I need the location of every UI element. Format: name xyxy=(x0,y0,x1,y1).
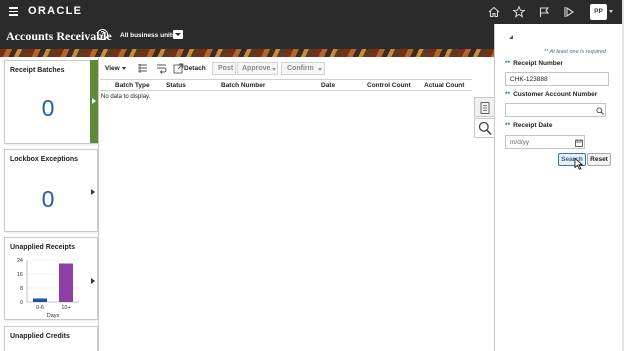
document-icon xyxy=(480,102,490,114)
search-icon xyxy=(478,121,492,136)
table-header: Batch Type Status Batch Number Date Cont… xyxy=(100,79,472,91)
tile-unapplied-credits[interactable]: Unapplied Credits xyxy=(4,326,98,351)
required-marker: ** xyxy=(505,60,511,67)
tile-unapplied-receipts[interactable]: Unapplied Receipts 24 16 8 0 0-6 10+ Days xyxy=(4,237,98,320)
oracle-logo[interactable]: ORACLE xyxy=(28,5,82,17)
tile-title: Lockbox Exceptions xyxy=(10,156,79,163)
global-header: ORACLE PP xyxy=(0,0,624,24)
page-header: Accounts Receivable ? All business units xyxy=(0,24,494,49)
bar-0-6 xyxy=(33,298,47,302)
customer-account-label-text: Customer Account Number xyxy=(513,91,598,98)
tile-receipt-batches[interactable]: Receipt Batches 0 xyxy=(4,60,98,144)
menu-icon[interactable] xyxy=(9,7,18,16)
x-tick-label: 0-6 xyxy=(36,305,44,311)
help-icon[interactable]: ? xyxy=(97,29,108,40)
detach-icon[interactable] xyxy=(173,63,184,74)
star-icon[interactable] xyxy=(512,5,526,19)
approve-button[interactable]: Approve xyxy=(237,62,278,75)
tile-lockbox-exceptions[interactable]: Lockbox Exceptions 0 xyxy=(4,149,98,232)
view-menu[interactable]: View xyxy=(105,65,126,72)
freeze-icon[interactable] xyxy=(137,63,148,74)
receipt-batches-panel xyxy=(98,58,494,351)
chevron-down-icon xyxy=(121,66,126,70)
tile-title: Receipt Batches xyxy=(10,67,65,74)
empty-table-message: No data to display. xyxy=(101,94,151,100)
y-tick-label: 8 xyxy=(20,286,23,292)
grid-toolbar: View Detach Post Approve Confirm xyxy=(100,62,472,76)
customer-account-label: ** Customer Account Number xyxy=(505,91,597,98)
tile-title: Unapplied Credits xyxy=(10,333,70,340)
mouse-pointer-icon xyxy=(574,158,584,170)
confirm-label: Confirm xyxy=(287,65,314,72)
tile-count: 0 xyxy=(41,95,55,121)
column-header-status[interactable]: Status xyxy=(166,82,186,89)
receipt-number-label: ** Receipt Number xyxy=(505,60,563,67)
column-header-date[interactable]: Date xyxy=(321,82,335,89)
y-tick-label: 0 xyxy=(20,300,23,306)
column-header-actual-count[interactable]: Actual Count xyxy=(424,82,464,89)
required-note: ** At least one is required xyxy=(544,49,606,55)
customer-account-input[interactable] xyxy=(505,103,606,117)
y-tick-label: 16 xyxy=(17,272,23,278)
chevron-down-icon[interactable] xyxy=(272,68,276,71)
tile-title: Unapplied Receipts xyxy=(10,244,75,251)
chevron-right-icon[interactable] xyxy=(91,189,95,195)
approve-label: Approve xyxy=(242,65,271,72)
chevron-right-icon xyxy=(92,98,96,104)
home-icon[interactable] xyxy=(487,5,501,19)
post-label: Post xyxy=(218,65,234,72)
x-axis-label: Days xyxy=(47,313,60,318)
receipt-number-input[interactable]: CHK-123888 xyxy=(505,72,609,86)
chevron-down-icon[interactable] xyxy=(318,68,322,71)
business-unit-dropdown[interactable] xyxy=(173,30,183,39)
view-label: View xyxy=(105,65,120,72)
column-header-batch-type[interactable]: Batch Type xyxy=(115,82,150,89)
tile-selected-indicator[interactable] xyxy=(90,60,98,143)
tile-count: 0 xyxy=(41,186,55,212)
wrap-icon[interactable] xyxy=(156,63,167,74)
calendar-icon[interactable] xyxy=(575,139,583,147)
decorative-banner xyxy=(0,49,494,57)
post-button[interactable]: Post xyxy=(212,62,236,75)
page-title: Accounts Receivable xyxy=(6,29,112,43)
bar-10+ xyxy=(59,263,73,302)
unapplied-receipts-chart: 24 16 8 0 0-6 10+Days xyxy=(17,258,79,318)
search-icon[interactable] xyxy=(596,107,604,115)
x-tick-label: 10+ xyxy=(61,305,70,311)
user-avatar[interactable]: PP xyxy=(590,4,607,20)
play-icon[interactable] xyxy=(562,5,576,19)
reset-button[interactable]: Reset xyxy=(587,153,611,166)
y-tick-label: 24 xyxy=(17,258,23,264)
column-header-batch-number[interactable]: Batch Number xyxy=(221,82,265,89)
receipt-date-label-text: Receipt Date xyxy=(513,122,553,129)
receipt-date-placeholder: m/d/yy xyxy=(510,139,530,146)
receipt-number-label-text: Receipt Number xyxy=(513,60,563,67)
detach-button[interactable]: Detach xyxy=(184,65,206,72)
receipt-date-input[interactable]: m/d/yy xyxy=(505,135,585,149)
tab-list-view[interactable] xyxy=(474,97,494,117)
receipt-date-label: ** Receipt Date xyxy=(505,122,552,129)
required-marker: ** xyxy=(505,91,511,98)
search-panel: ** At least one is required ** Receipt Nu… xyxy=(494,24,624,351)
flag-icon[interactable] xyxy=(537,5,551,19)
chevron-down-icon[interactable] xyxy=(609,10,613,13)
column-header-control-count[interactable]: Control Count xyxy=(367,82,411,89)
confirm-button[interactable]: Confirm xyxy=(281,62,325,75)
business-unit-label[interactable]: All business units xyxy=(120,32,176,39)
tab-search[interactable] xyxy=(474,118,494,138)
required-marker: ** xyxy=(505,122,511,129)
chevron-right-icon[interactable] xyxy=(91,278,95,284)
collapse-icon[interactable] xyxy=(509,35,513,39)
